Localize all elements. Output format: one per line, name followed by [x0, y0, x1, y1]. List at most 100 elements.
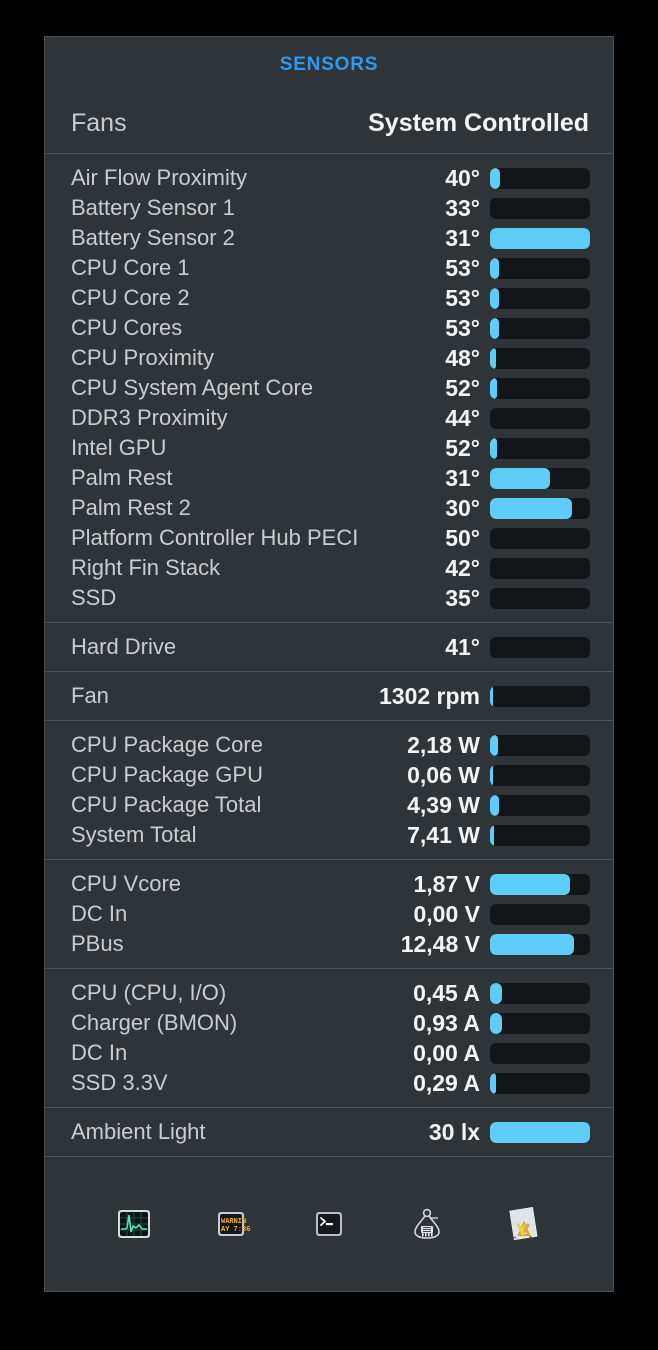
sensor-row[interactable]: Air Flow Proximity 40°: [45, 163, 613, 193]
sensor-value: 52°: [445, 434, 480, 461]
sensor-gauge: [490, 734, 590, 756]
sensor-gauge: [490, 1012, 590, 1034]
sensor-group-power: CPU Package Core 2,18 W CPU Package GPU 0,0…: [45, 721, 613, 859]
sensor-row[interactable]: Palm Rest 2 30°: [45, 493, 613, 523]
sensor-row[interactable]: Palm Rest 31°: [45, 463, 613, 493]
sensor-label: CPU Package Total: [71, 792, 262, 817]
system-information-icon[interactable]: [404, 1201, 450, 1247]
sensor-value: 53°: [445, 314, 480, 341]
sensor-gauge: [490, 873, 590, 895]
desktop-background: SENSORS Fans System Controlled Air Flow …: [0, 0, 658, 1350]
sensor-group-drive-temperature: Hard Drive 41°: [45, 623, 613, 671]
sensor-value: 42°: [445, 554, 480, 581]
sensor-row[interactable]: Fan 1302 rpm: [45, 681, 613, 711]
sensor-gauge-fill: [490, 764, 493, 786]
sensor-gauge: [490, 347, 590, 369]
sensor-gauge: [490, 1072, 590, 1094]
sensor-label: SSD 3.3V: [71, 1070, 168, 1095]
sensor-row[interactable]: CPU Cores 53°: [45, 313, 613, 343]
sensor-group-ambient-light: Ambient Light 30 lx: [45, 1108, 613, 1156]
fan-control-value: System Controlled: [368, 108, 589, 137]
sensor-gauge: [490, 257, 590, 279]
sensor-row[interactable]: Charger (BMON) 0,93 A: [45, 1008, 613, 1038]
sensor-label: CPU Vcore: [71, 871, 182, 896]
sensor-gauge: [490, 982, 590, 1004]
sensor-label: CPU Cores: [71, 315, 183, 340]
sensor-gauge: [490, 903, 590, 925]
sensor-value: 4,39 W: [407, 791, 480, 818]
console-log-icon[interactable]: WARNIN AY 7:36: [208, 1201, 254, 1247]
sensors-panel: SENSORS Fans System Controlled Air Flow …: [44, 36, 614, 1292]
sensor-value: 41°: [445, 633, 480, 660]
sensor-label: Hard Drive: [71, 634, 177, 659]
sensor-value: 48°: [445, 344, 480, 371]
sensor-value: 2,18 W: [407, 731, 480, 758]
sensor-row[interactable]: Intel GPU 52°: [45, 433, 613, 463]
sensor-label: CPU Core 1: [71, 255, 190, 280]
sensor-value: 1,87 V: [413, 870, 481, 897]
sensor-gauge: [490, 197, 590, 219]
sensor-row[interactable]: SSD 35°: [45, 583, 613, 613]
sensor-row[interactable]: CPU Core 1 53°: [45, 253, 613, 283]
sensor-gauge-fill: [490, 1012, 502, 1034]
sensor-row[interactable]: SSD 3.3V 0,29 A: [45, 1068, 613, 1098]
sensor-gauge: [490, 227, 590, 249]
sensor-label: PBus: [71, 931, 124, 956]
activity-monitor-icon[interactable]: [111, 1201, 157, 1247]
sensor-value: 0,29 A: [413, 1069, 480, 1096]
sensor-label: Ambient Light: [71, 1119, 206, 1144]
sensor-row[interactable]: PBus 12,48 V: [45, 929, 613, 959]
sensor-row[interactable]: DDR3 Proximity 44°: [45, 403, 613, 433]
sensor-gauge-fill: [490, 734, 498, 756]
sensor-row[interactable]: CPU Proximity 48°: [45, 343, 613, 373]
sensor-gauge: [490, 287, 590, 309]
sensor-label: SSD: [71, 585, 117, 610]
sensor-gauge-fill: [490, 873, 570, 895]
utilities-folder-icon[interactable]: [501, 1201, 547, 1247]
sensor-label: Palm Rest 2: [71, 495, 191, 520]
sensor-row[interactable]: CPU Vcore 1,87 V: [45, 869, 613, 899]
sensor-label: Charger (BMON): [71, 1010, 238, 1035]
sensor-group-current: CPU (CPU, I/O) 0,45 A Charger (BMON) 0,93 A…: [45, 969, 613, 1107]
sensor-row[interactable]: Platform Controller Hub PECI 50°: [45, 523, 613, 553]
sensor-label: CPU Core 2: [71, 285, 190, 310]
sensor-row[interactable]: Battery Sensor 2 31°: [45, 223, 613, 253]
sensor-row[interactable]: Ambient Light 30 lx: [45, 1117, 613, 1147]
sensor-group-temperatures: Air Flow Proximity 40° Battery Sensor 1 33°…: [45, 154, 613, 622]
sensor-row[interactable]: System Total 7,41 W: [45, 820, 613, 850]
sensor-row[interactable]: Battery Sensor 1 33°: [45, 193, 613, 223]
sensor-gauge-fill: [490, 167, 500, 189]
sensor-value: 1302 rpm: [378, 682, 480, 709]
fan-control-row[interactable]: Fans System Controlled: [45, 93, 613, 153]
sensor-label: DC In: [71, 901, 128, 926]
sensor-value: 0,00 A: [413, 1039, 480, 1066]
sensor-row[interactable]: DC In 0,00 V: [45, 899, 613, 929]
sensor-gauge-fill: [490, 287, 499, 309]
sensor-gauge: [490, 636, 590, 658]
sensor-label: Right Fin Stack: [71, 555, 221, 580]
sensor-row[interactable]: CPU Package GPU 0,06 W: [45, 760, 613, 790]
sensor-row[interactable]: CPU System Agent Core 52°: [45, 373, 613, 403]
sensor-row[interactable]: CPU Package Total 4,39 W: [45, 790, 613, 820]
sensor-row[interactable]: CPU Package Core 2,18 W: [45, 730, 613, 760]
sensor-value: 31°: [445, 464, 480, 491]
sensor-value: 40°: [445, 164, 480, 191]
terminal-icon[interactable]: [306, 1201, 352, 1247]
sensor-value: 50°: [445, 524, 480, 551]
sensor-gauge: [490, 824, 590, 846]
sensor-row[interactable]: Hard Drive 41°: [45, 632, 613, 662]
sensor-label: Air Flow Proximity: [71, 165, 248, 190]
sensor-row[interactable]: DC In 0,00 A: [45, 1038, 613, 1068]
sensor-value: 53°: [445, 254, 480, 281]
sensor-value: 7,41 W: [407, 821, 480, 848]
sensor-row[interactable]: CPU (CPU, I/O) 0,45 A: [45, 978, 613, 1008]
sensor-group-voltage: CPU Vcore 1,87 V DC In 0,00 V PBus 12,48 V: [45, 860, 613, 968]
sensor-gauge: [490, 167, 590, 189]
sensor-value: 44°: [445, 404, 480, 431]
sensor-row[interactable]: CPU Core 2 53°: [45, 283, 613, 313]
sensor-gauge-fill: [490, 317, 499, 339]
sensor-label: CPU (CPU, I/O): [71, 980, 227, 1005]
sensor-row[interactable]: Right Fin Stack 42°: [45, 553, 613, 583]
sensor-label: Platform Controller Hub PECI: [71, 525, 359, 550]
sensor-value: 31°: [445, 224, 480, 251]
